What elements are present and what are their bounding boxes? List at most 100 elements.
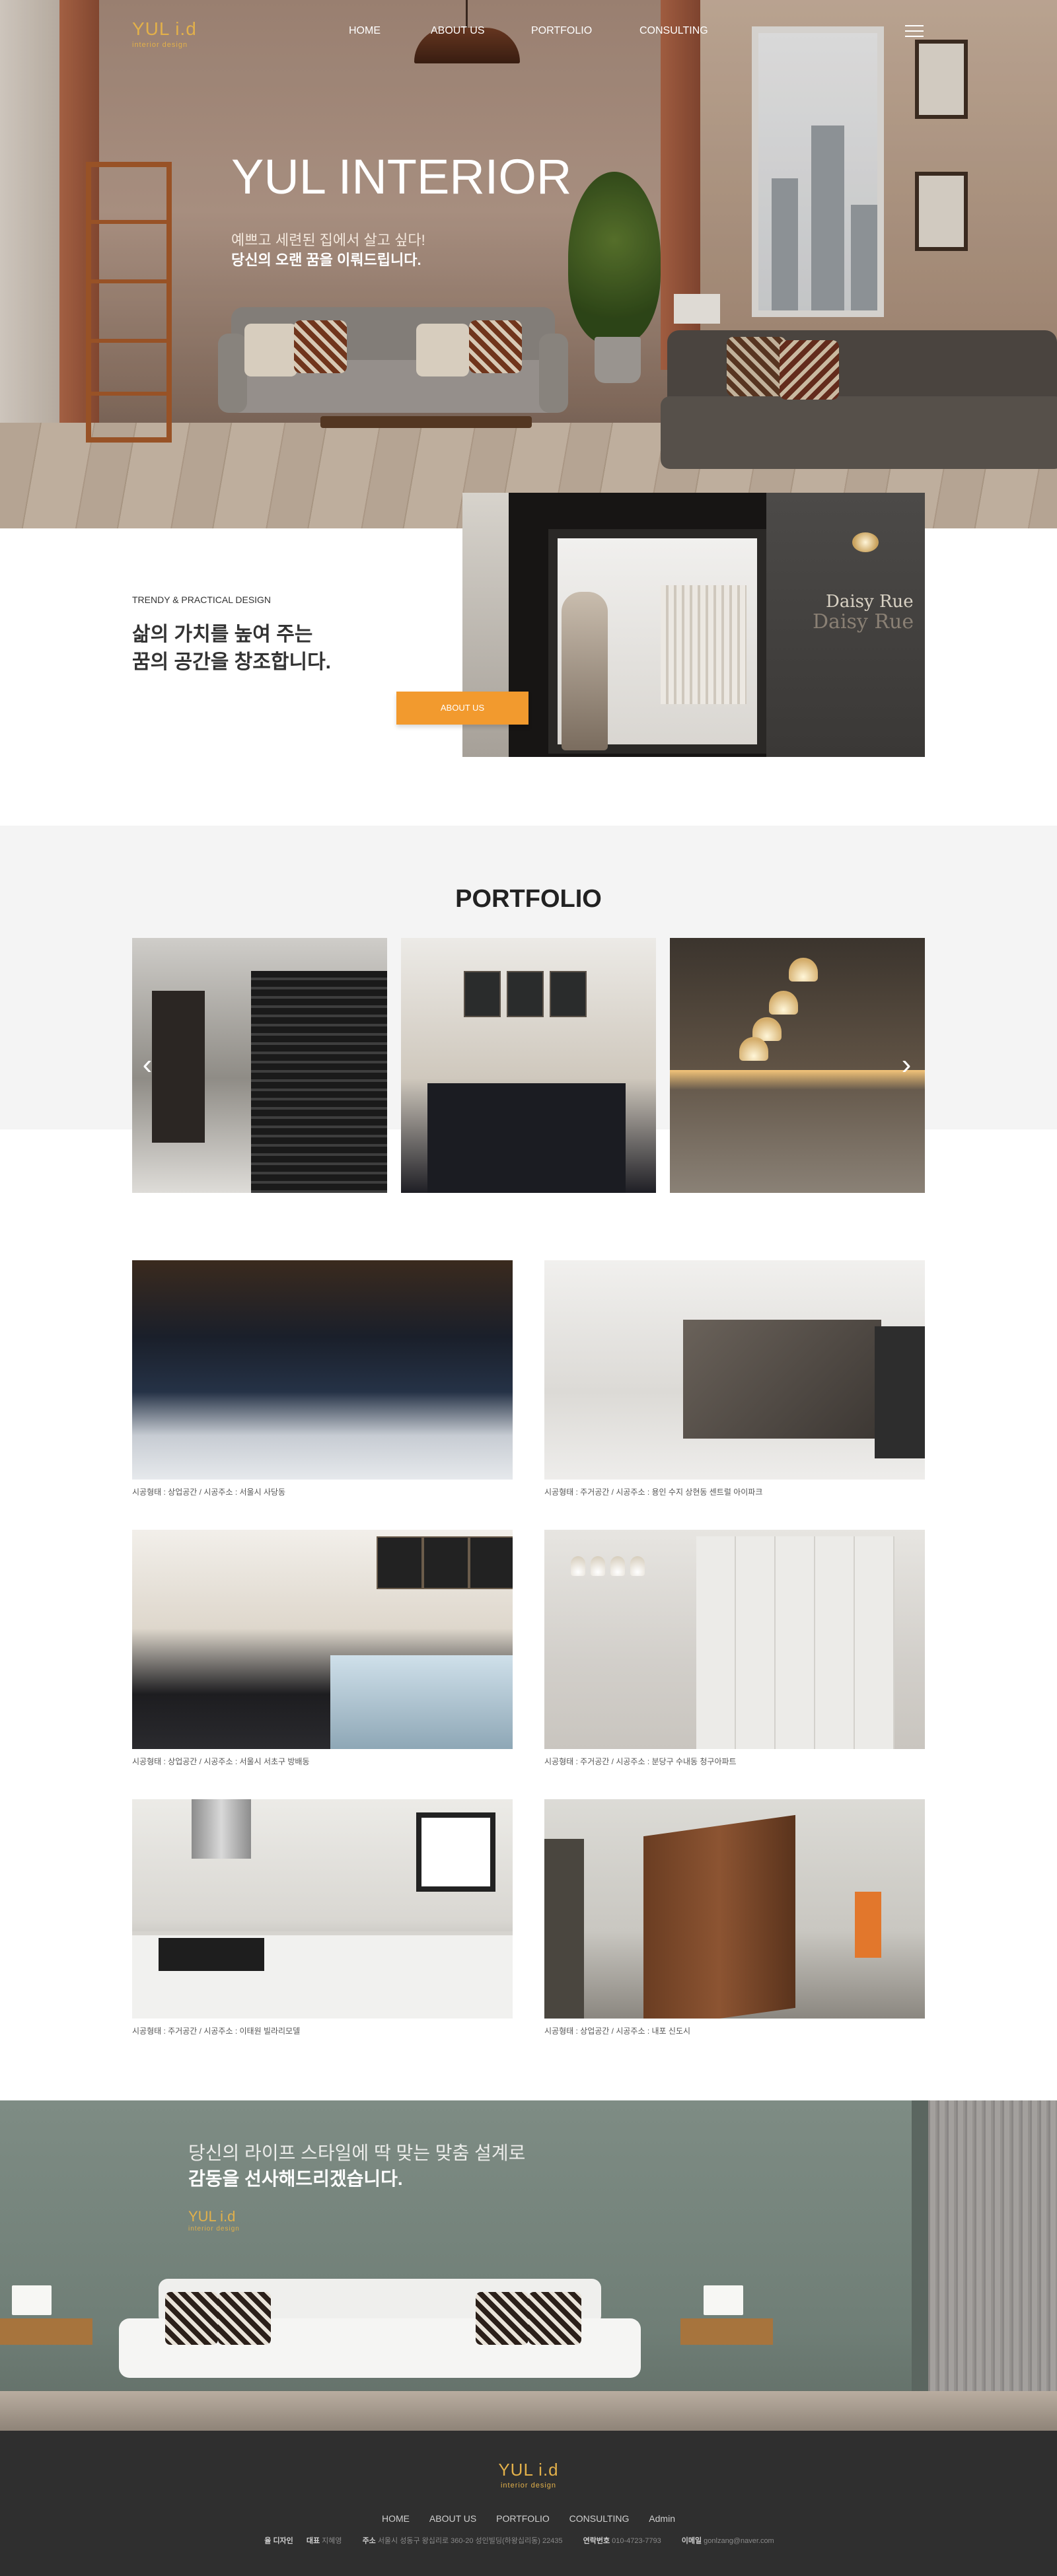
gallery-card[interactable]: 시공형태 : 주거공간 / 시공주소 : 이태원 빌라리모델 <box>132 1799 513 2036</box>
footer-nav: HOME ABOUT US PORTFOLIO CONSULTING Admin <box>0 2513 1057 2524</box>
consult-banner <box>0 2100 1057 2431</box>
slide-door <box>152 991 205 1143</box>
main-nav: HOME ABOUT US PORTFOLIO CONSULTING <box>0 25 1057 41</box>
slide-pendant <box>769 991 798 1015</box>
footer-nav-admin[interactable]: Admin <box>649 2513 675 2524</box>
pendant-lamp <box>591 1556 605 1576</box>
marble-wall <box>683 1320 881 1439</box>
wood-wall <box>643 1814 795 2019</box>
side-table <box>0 2318 92 2345</box>
gallery-caption: 시공형태 : 상업공간 / 시공주소 : 서울시 서초구 방배동 <box>132 1757 310 1766</box>
gallery-card[interactable]: 시공형태 : 주거공간 / 시공주소 : 분당구 수내동 청구아파트 <box>544 1530 925 1767</box>
table-lamp <box>12 2285 52 2315</box>
slide-menu-board <box>464 971 501 1017</box>
white-sofa <box>119 2279 641 2384</box>
hero-section <box>0 0 1057 528</box>
logo-subtext: interior design <box>132 41 188 49</box>
hamburger-menu-icon[interactable] <box>905 25 924 38</box>
store-sign-shadow: Daisy Rue <box>813 610 914 633</box>
range-hood <box>192 1799 251 1859</box>
banner-floor <box>0 2391 1057 2431</box>
nav-consulting[interactable]: CONSULTING <box>639 25 708 37</box>
ceo-name: 지혜영 <box>322 2537 342 2545</box>
nav-about-us[interactable]: ABOUT US <box>431 25 485 37</box>
footer-logo[interactable]: YUL i.d interior design <box>0 2460 1057 2489</box>
slide-pendant <box>739 1037 768 1061</box>
about-heading-line: 꿈의 공간을 창조합니다. <box>132 651 332 673</box>
gallery-image <box>544 1799 925 2019</box>
gallery-image <box>132 1799 513 2019</box>
gallery-image <box>544 1530 925 1749</box>
display-case <box>330 1655 513 1749</box>
pendant-lamp <box>571 1556 585 1576</box>
about-image: Daisy Rue Daisy Rue <box>462 493 925 757</box>
slide-menu-board <box>507 971 544 1017</box>
chevron-right-icon[interactable]: › <box>896 1050 916 1079</box>
glass-door <box>875 1326 925 1458</box>
banner-door <box>928 2100 1057 2431</box>
gallery-card[interactable]: 시공형태 : 상업공간 / 시공주소 : 서울시 사당동 <box>132 1260 513 1497</box>
banner-tagline-bold: 감동을 선사해드리겠습니다. <box>188 2168 403 2189</box>
logo-subtext: interior design <box>500 2482 557 2489</box>
chevron-left-icon[interactable]: ‹ <box>137 1050 157 1079</box>
menu-board <box>377 1536 423 1589</box>
hero-tagline: 예쁘고 세련된 집에서 살고 싶다! <box>231 232 425 248</box>
gallery-image <box>544 1260 925 1480</box>
portfolio-slide[interactable] <box>401 938 656 1193</box>
portfolio-title: PORTFOLIO <box>455 885 602 913</box>
nav-portfolio[interactable]: PORTFOLIO <box>531 25 592 37</box>
email-value: gonlzang@naver.com <box>704 2537 774 2545</box>
logo-subtext: interior design <box>188 2225 240 2233</box>
banner-tagline: 당신의 라이프 스타일에 딱 맞는 맞춤 설계로 <box>188 2143 526 2163</box>
about-heading-line: 삶의 가치를 높여 주는 <box>132 624 313 645</box>
address-value: 서울시 성동구 왕십리로 360-20 성인빌딩(하왕십리동) 22435 <box>377 2537 563 2545</box>
pendant-lamp <box>610 1556 625 1576</box>
slide-ceiling-light <box>670 1070 925 1090</box>
cooktop <box>159 1938 264 1971</box>
ceo-label: 대표 <box>306 2537 320 2545</box>
footer-nav-home[interactable]: HOME <box>382 2513 410 2524</box>
banner-logo: YUL i.d interior design <box>188 2208 240 2233</box>
orange-door <box>855 1892 881 1958</box>
footer-nav-portfolio[interactable]: PORTFOLIO <box>496 2513 550 2524</box>
table-lamp <box>704 2285 743 2315</box>
email-label: 이메일 <box>681 2537 702 2545</box>
footer-nav-consulting[interactable]: CONSULTING <box>569 2513 630 2524</box>
footer: YUL i.d interior design HOME ABOUT US PO… <box>0 2431 1057 2576</box>
wall-panel <box>544 1839 584 2019</box>
about-heading: 삶의 가치를 높여 주는 꿈의 공간을 창조합니다. <box>132 621 331 676</box>
mannequin <box>562 592 608 750</box>
menu-board <box>423 1536 469 1589</box>
white-closet <box>696 1536 894 1749</box>
slide-blinds <box>251 971 387 1193</box>
nav-home[interactable]: HOME <box>349 25 381 37</box>
hero-tagline-bold: 당신의 오랜 꿈을 이뤄드립니다. <box>231 252 421 268</box>
address-label: 주소 <box>362 2537 376 2545</box>
gallery-card[interactable]: 시공형태 : 상업공간 / 시공주소 : 서울시 서초구 방배동 <box>132 1530 513 1767</box>
kitchen-window <box>416 1812 495 1892</box>
company-info: 율 디자인 대표 지혜영 주소 서울시 성동구 왕십리로 360-20 성인빌딩(하… <box>0 2535 1057 2546</box>
gallery-card[interactable]: 시공형태 : 상업공간 / 시공주소 : 내포 신도시 <box>544 1799 925 2036</box>
about-eyebrow: TRENDY & PRACTICAL DESIGN <box>132 594 272 605</box>
hero-overlay <box>0 0 1057 528</box>
store-sign: Daisy Rue <box>826 592 914 612</box>
company-name: 율 디자인 <box>264 2537 293 2545</box>
banner-door-frame <box>912 2100 928 2431</box>
hero-title: YUL INTERIOR <box>231 149 572 204</box>
gallery-image <box>132 1530 513 1749</box>
phone-value: 010-4723-7793 <box>612 2537 661 2545</box>
about-us-button[interactable]: ABOUT US <box>396 692 528 725</box>
side-table <box>680 2318 773 2345</box>
pendant-lamp <box>630 1556 645 1576</box>
portfolio-slide[interactable] <box>670 938 925 1193</box>
portfolio-slide[interactable] <box>132 938 387 1193</box>
footer-nav-about-us[interactable]: ABOUT US <box>429 2513 476 2524</box>
slide-menu-board <box>550 971 587 1017</box>
clothes-rack <box>661 585 747 704</box>
gallery-caption: 시공형태 : 주거공간 / 시공주소 : 분당구 수내동 청구아파트 <box>544 1757 737 1766</box>
wall-lamp <box>852 532 879 552</box>
gallery-card[interactable]: 시공형태 : 주거공간 / 시공주소 : 용인 수지 상현동 센트럴 아이파크 <box>544 1260 925 1497</box>
logo-text: YUL i.d <box>188 2208 236 2225</box>
slide-counter <box>427 1083 626 1193</box>
logo-text: YUL i.d <box>498 2460 559 2480</box>
